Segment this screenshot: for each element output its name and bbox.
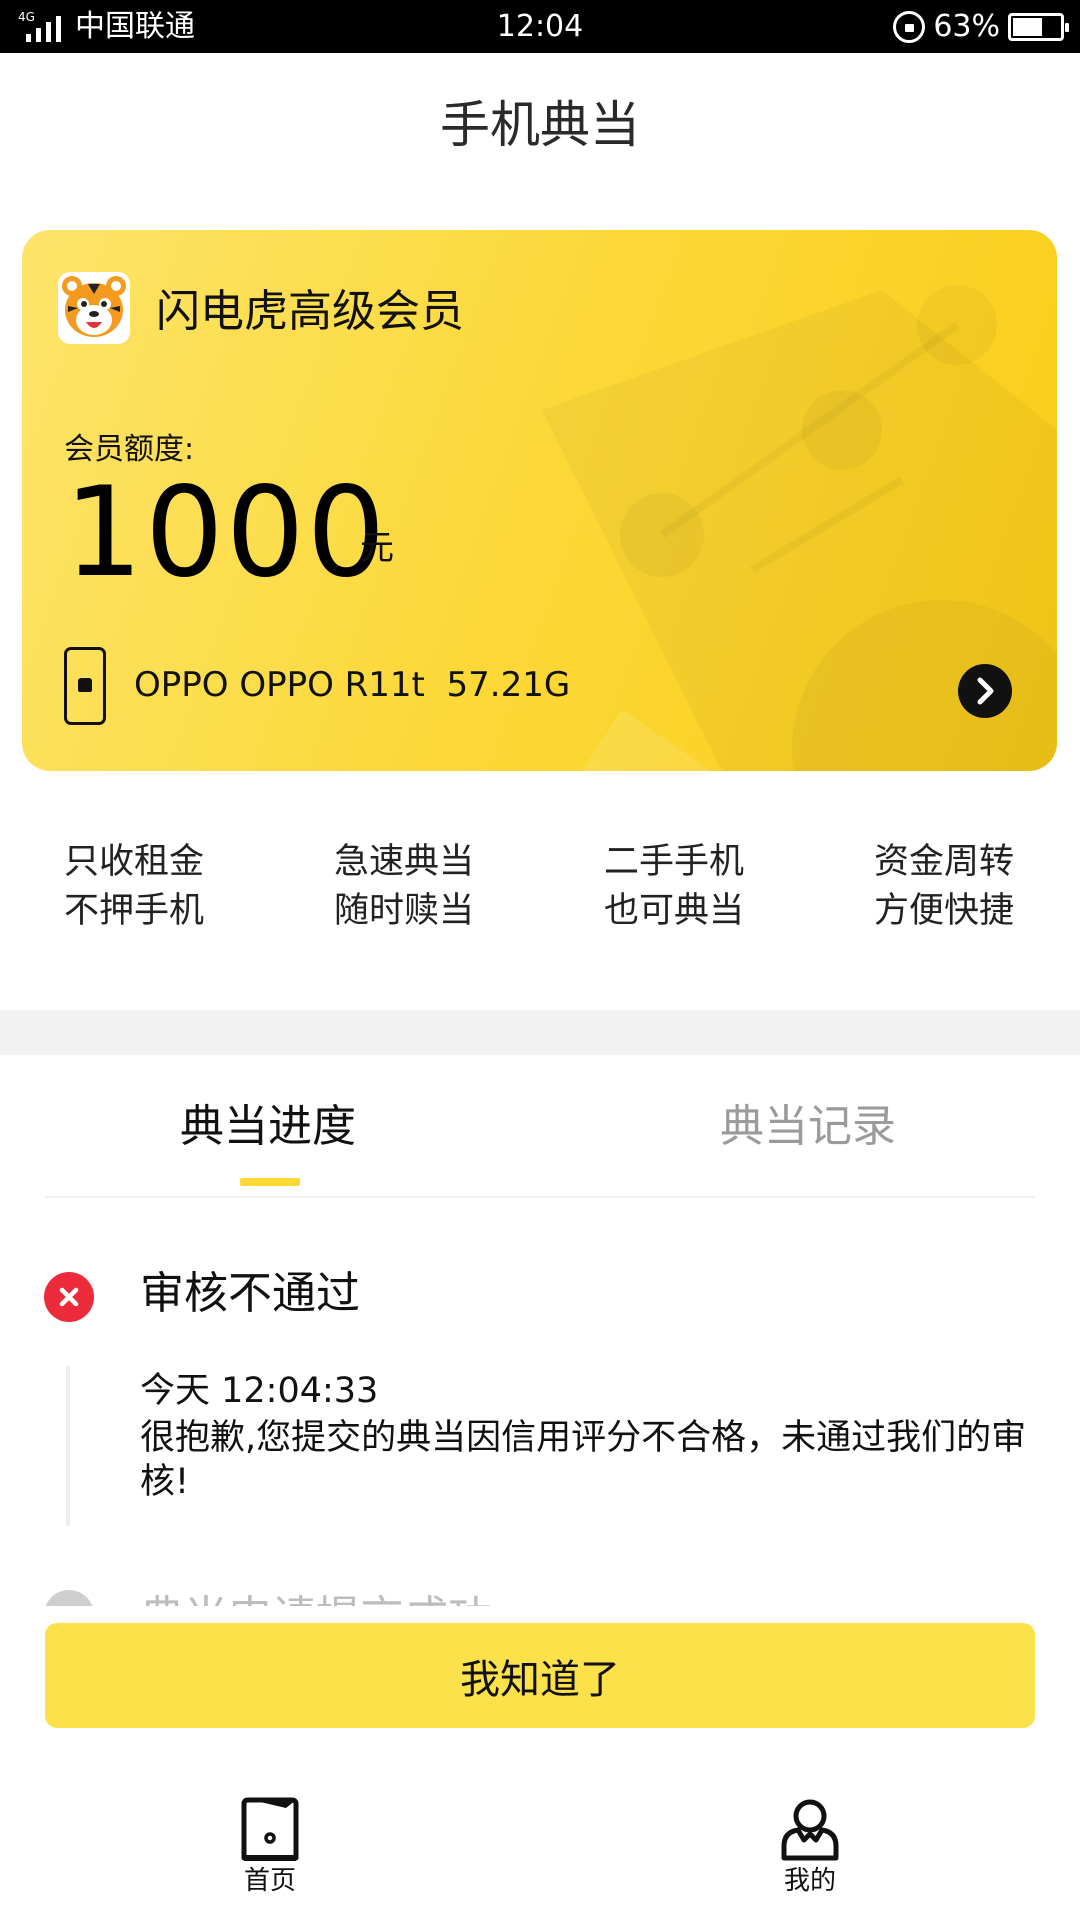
feature-line: 也可典当 xyxy=(604,891,745,931)
feature-line: 资金周转 xyxy=(874,842,1015,882)
rotation-lock-icon xyxy=(893,11,926,43)
feature-item: 二手手机 也可典当 xyxy=(604,838,804,936)
battery-icon xyxy=(1008,13,1069,41)
next-step-title: 典当申请提交成功 xyxy=(140,1588,492,1606)
android-icon xyxy=(78,678,92,692)
phone-home-icon xyxy=(241,1797,299,1861)
feature-line: 二手手机 xyxy=(604,842,745,882)
section-divider xyxy=(0,1010,1080,1055)
member-card[interactable]: 闪电虎高级会员 会员额度: 1000 元 OPPO OPPO R11t 57.2… xyxy=(22,230,1057,771)
status-indicators: 63% xyxy=(893,8,1069,46)
event-message: 很抱歉,您提交的典当因信用评分不合格，未通过我们的审核! xyxy=(140,1418,1027,1502)
timeline-line xyxy=(66,1366,70,1526)
screen: 4G 中国联通 12:04 63% 手机典当 闪电虎高级会员 会员额度: 100… xyxy=(0,0,1080,1920)
nav-mine[interactable]: 我的 xyxy=(750,1796,870,1906)
active-tab-indicator xyxy=(240,1178,300,1186)
device-info: OPPO OPPO R11t 57.21G xyxy=(134,665,571,705)
person-icon xyxy=(781,1799,839,1861)
membership-name: 闪电虎高级会员 xyxy=(156,286,464,337)
feature-line: 急速典当 xyxy=(334,842,475,882)
chevron-right-icon[interactable] xyxy=(958,664,1012,718)
status-title: 审核不通过 xyxy=(140,1268,360,1319)
feature-list: 只收租金 不押手机 急速典当 随时赎当 二手手机 也可典当 资金周转 方便快捷 xyxy=(0,838,1080,948)
status-bar: 4G 中国联通 12:04 63% xyxy=(0,0,1080,53)
battery-percent: 63% xyxy=(933,9,1000,44)
nav-home-label: 首页 xyxy=(243,1866,296,1896)
quota-unit: 元 xyxy=(360,528,394,568)
battery-fill xyxy=(1013,18,1042,36)
bottom-navigation: 首页 我的 xyxy=(0,1770,1080,1920)
rejected-status-icon xyxy=(44,1272,94,1322)
nav-mine-label: 我的 xyxy=(783,1866,836,1896)
tab-pawn-progress[interactable]: 典当进度 xyxy=(180,1097,356,1157)
feature-line: 不押手机 xyxy=(64,891,205,931)
feature-line: 只收租金 xyxy=(64,842,205,882)
quota-value: 1000 xyxy=(64,461,388,605)
feature-item: 资金周转 方便快捷 xyxy=(874,838,1074,936)
page-title: 手机典当 xyxy=(440,96,640,154)
nav-home[interactable]: 首页 xyxy=(210,1796,330,1906)
pending-step-icon xyxy=(44,1590,94,1606)
feature-line: 方便快捷 xyxy=(874,891,1015,931)
feature-line: 随时赎当 xyxy=(334,891,475,931)
tab-pawn-records[interactable]: 典当记录 xyxy=(720,1097,896,1157)
acknowledge-button[interactable]: 我知道了 xyxy=(45,1623,1035,1728)
tiger-logo-icon xyxy=(58,272,130,344)
phone-device-icon xyxy=(64,647,106,725)
tab-bar: 典当进度 典当记录 xyxy=(0,1055,1080,1198)
feature-item: 只收租金 不押手机 xyxy=(64,838,264,936)
next-timeline-step: 典当申请提交成功 xyxy=(0,1570,1080,1606)
tab-divider xyxy=(45,1196,1035,1198)
feature-item: 急速典当 随时赎当 xyxy=(334,838,534,936)
event-time: 今天 12:04:33 xyxy=(140,1371,379,1411)
